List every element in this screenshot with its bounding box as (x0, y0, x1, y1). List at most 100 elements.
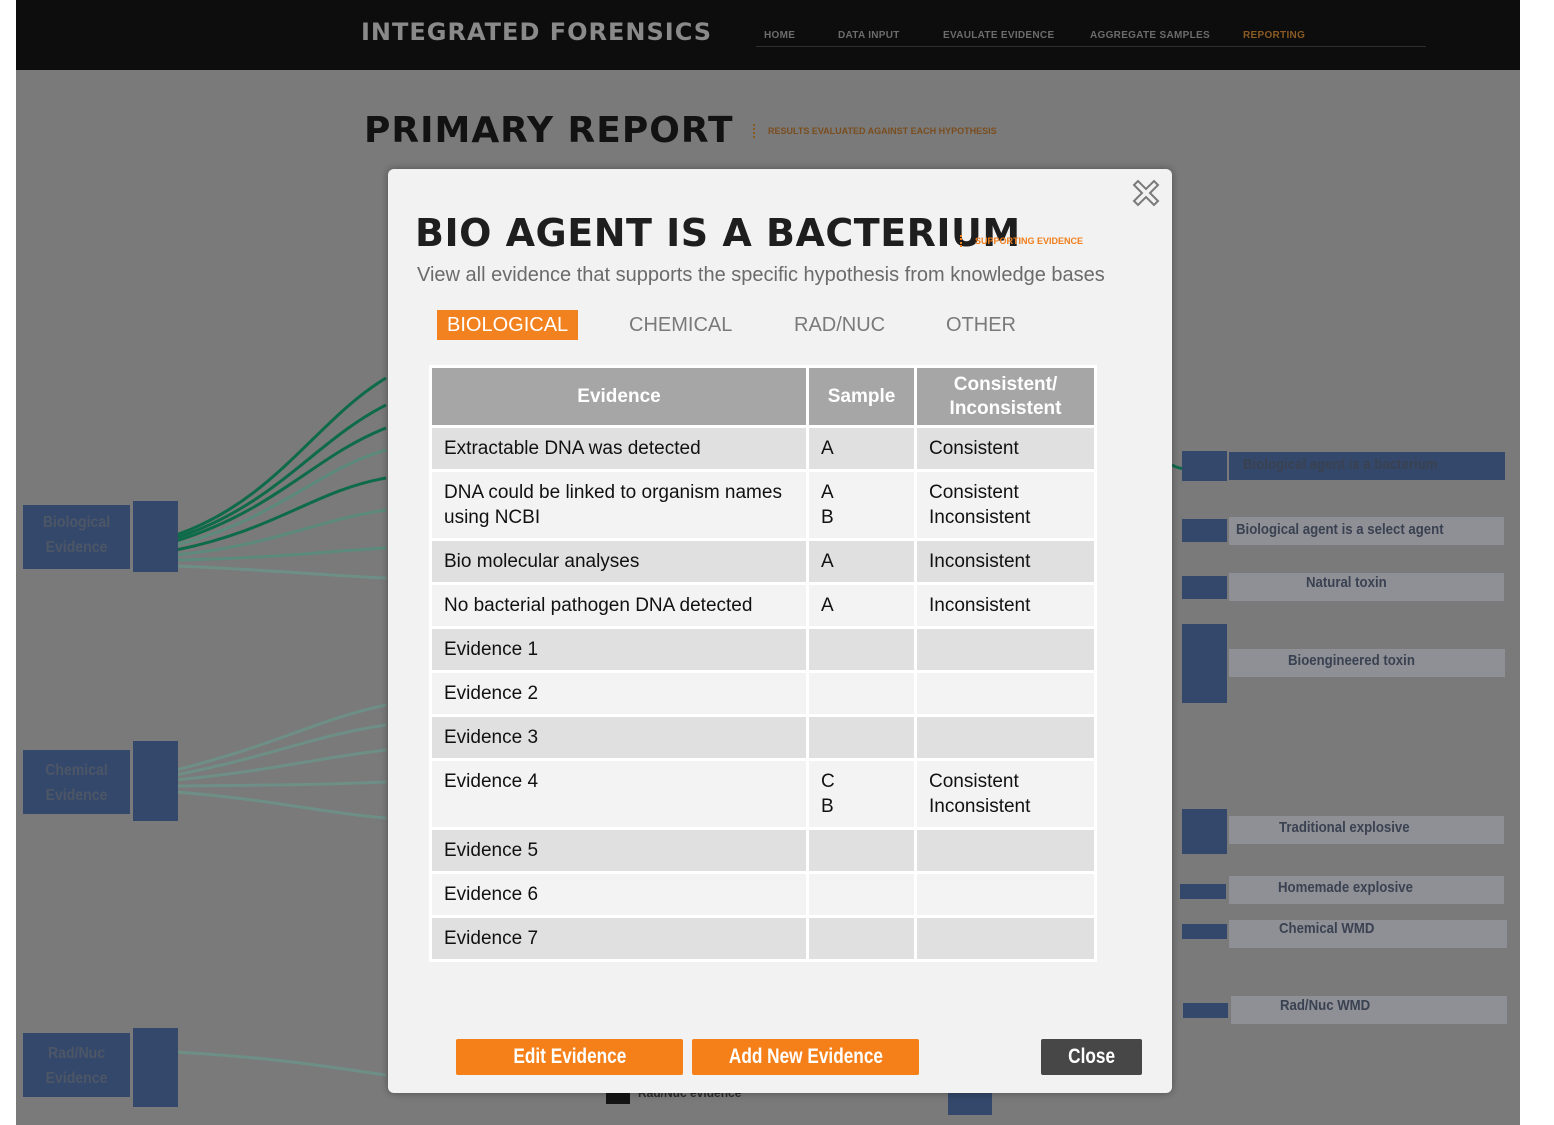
hypothesis-label: Chemical WMD (1279, 920, 1375, 937)
hypothesis-label: Traditional explosive (1279, 819, 1410, 836)
tab-other[interactable]: OTHER (946, 310, 1016, 340)
modal-title: BIO AGENT IS A BACTERIUM (415, 211, 1021, 255)
table-row[interactable]: Evidence 1 (429, 626, 1097, 673)
hypothesis-label: Homemade explosive (1278, 879, 1413, 896)
sample-cell (806, 626, 917, 673)
sample-cell: A (806, 425, 917, 472)
status-cell (914, 827, 1097, 874)
status-value: Consistent (929, 771, 1019, 792)
table-row[interactable]: Evidence 5 (429, 827, 1097, 874)
status-cell (914, 915, 1097, 962)
evidence-cell: Evidence 2 (429, 670, 809, 717)
flow-curve (175, 703, 387, 772)
status-cell: Consistent Inconsistent (914, 469, 1097, 541)
radnuc-evidence-label: Rad/Nuc Evidence (45, 1045, 108, 1087)
biological-evidence-label: Biological Evidence (42, 514, 111, 556)
sample-cell (806, 871, 917, 918)
evidence-cell: No bacterial pathogen DNA detected (429, 582, 809, 629)
modal-title-separator (960, 235, 962, 247)
status-cell: Consistent Inconsistent (914, 758, 1097, 830)
close-icon[interactable] (1130, 177, 1162, 209)
radnuc-evidence-node (133, 1028, 178, 1107)
sample-value: B (821, 796, 834, 817)
chemical-evidence-node (133, 741, 178, 821)
status-value: Inconsistent (929, 796, 1031, 817)
table-row[interactable]: Evidence 7 (429, 915, 1097, 962)
column-header-status: Consistent/Inconsistent (914, 365, 1097, 428)
flow-curve (175, 780, 387, 788)
add-new-evidence-button[interactable]: Add New Evidence (692, 1039, 919, 1075)
sample-cell: A (806, 538, 917, 585)
flow-curve (175, 790, 387, 820)
sample-value: B (821, 507, 834, 528)
hypothesis-label: Rad/Nuc WMD (1280, 997, 1371, 1014)
modal-description: View all evidence that supports the spec… (417, 264, 1105, 286)
evidence-cell: Evidence 1 (429, 626, 809, 673)
biological-evidence-node (133, 501, 178, 572)
sample-cell: AB (806, 469, 917, 541)
close-button[interactable]: Close (1041, 1039, 1142, 1075)
sample-value: A (821, 551, 834, 572)
chemical-evidence-label: Chemical Evidence (45, 762, 108, 804)
evidence-cell: Evidence 7 (429, 915, 809, 962)
evidence-cell: Evidence 5 (429, 827, 809, 874)
evidence-cell: Bio molecular analyses (429, 538, 809, 585)
tab-chemical[interactable]: CHEMICAL (629, 310, 732, 340)
hypothesis-label: Natural toxin (1306, 574, 1387, 591)
hypothesis-label: Biological agent is a bacterium (1243, 456, 1438, 473)
column-header-sample: Sample (806, 365, 917, 428)
tab-radnuc[interactable]: RAD/NUC (794, 310, 885, 340)
sample-value: A (821, 438, 834, 459)
evidence-table: Evidence Sample Consistent/Inconsistent … (429, 365, 1097, 962)
bottom-node (948, 1090, 992, 1115)
status-value: Inconsistent (929, 595, 1031, 616)
hypothesis-node (1182, 451, 1227, 481)
table-row[interactable]: Evidence 2 (429, 670, 1097, 717)
table-row[interactable]: Extractable DNA was detected A Consistent (429, 425, 1097, 472)
hypothesis-label: Biological agent is a select agent (1236, 521, 1444, 538)
sample-cell (806, 827, 917, 874)
hypothesis-node (1180, 884, 1226, 899)
table-row[interactable]: DNA could be linked to organism names us… (429, 469, 1097, 541)
tab-biological[interactable]: BIOLOGICAL (437, 310, 579, 340)
status-cell (914, 871, 1097, 918)
status-value: Inconsistent (929, 551, 1031, 572)
evidence-table-body: Extractable DNA was detected A Consistent D… (429, 425, 1097, 962)
hypothesis-node (1182, 576, 1227, 599)
status-value: Consistent (929, 438, 1019, 459)
status-cell (914, 626, 1097, 673)
status-cell: Inconsistent (914, 538, 1097, 585)
status-cell (914, 670, 1097, 717)
table-row[interactable]: Bio molecular analyses A Inconsistent (429, 538, 1097, 585)
table-row[interactable]: Evidence 6 (429, 871, 1097, 918)
sample-cell: CB (806, 758, 917, 830)
edit-evidence-button[interactable]: Edit Evidence (456, 1039, 683, 1075)
table-row[interactable]: Evidence 4 C B Consistent Inconsistent (429, 758, 1097, 830)
column-header-evidence: Evidence (429, 365, 809, 428)
status-cell: Inconsistent (914, 582, 1097, 629)
modal-badge: SUPPORTING EVIDENCE (975, 236, 1084, 246)
sample-value: A (821, 595, 834, 616)
hypothesis-node (1182, 924, 1227, 939)
flow-curve (175, 748, 387, 782)
hypothesis-label: Bioengineered toxin (1288, 652, 1415, 669)
hypothesis-node (1182, 809, 1227, 854)
evidence-cell: Extractable DNA was detected (429, 425, 809, 472)
hypothesis-node (1182, 519, 1227, 542)
status-value: Inconsistent (929, 507, 1031, 528)
flow-curve (175, 403, 387, 540)
evidence-cell: DNA could be linked to organism names us… (429, 469, 809, 541)
flow-curve (175, 564, 387, 580)
hypothesis-node (1182, 624, 1227, 703)
sample-value: A (821, 482, 834, 503)
evidence-cell: Evidence 3 (429, 714, 809, 761)
sample-value: C (821, 771, 835, 792)
status-cell (914, 714, 1097, 761)
evidence-cell: Evidence 6 (429, 871, 809, 918)
table-row[interactable]: No bacterial pathogen DNA detected A Incon… (429, 582, 1097, 629)
sample-cell: A (806, 582, 917, 629)
table-row[interactable]: Evidence 3 (429, 714, 1097, 761)
sample-cell (806, 915, 917, 962)
hypothesis-node (1183, 1003, 1228, 1018)
status-value: Consistent (929, 482, 1019, 503)
